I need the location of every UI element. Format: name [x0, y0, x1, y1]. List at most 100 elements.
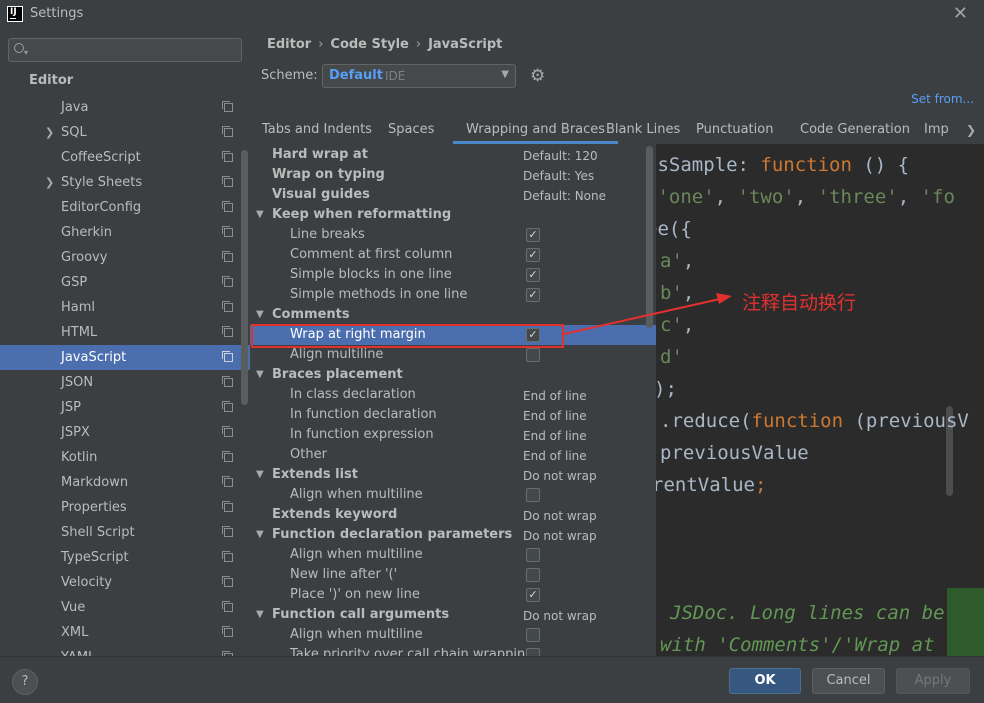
checkbox-unchecked[interactable]	[526, 488, 540, 502]
chevron-down-icon[interactable]: ▼	[256, 365, 264, 385]
tab-spaces[interactable]: Spaces	[388, 117, 434, 144]
option-row[interactable]: In function expression End of line	[250, 425, 656, 445]
tree-section-editor[interactable]: Editor	[29, 73, 73, 88]
sidebar-item-java[interactable]: Java	[0, 95, 250, 120]
option-value[interactable]: End of line	[523, 406, 587, 426]
option-row[interactable]: Other End of line	[250, 445, 656, 465]
option-row[interactable]: ▼ Comments	[250, 305, 656, 325]
help-button[interactable]: ?	[12, 669, 38, 695]
option-row[interactable]: Place ')' on new line ✓	[250, 585, 656, 605]
sidebar-item-jspx[interactable]: JSPX	[0, 420, 250, 445]
option-row[interactable]: Comment at first column ✓	[250, 245, 656, 265]
checkbox-unchecked[interactable]	[526, 568, 540, 582]
checkbox-unchecked[interactable]	[526, 548, 540, 562]
option-row[interactable]: New line after '('	[250, 565, 656, 585]
option-value[interactable]: Do not wrap	[523, 526, 597, 546]
sidebar-item-typescript[interactable]: TypeScript	[0, 545, 250, 570]
option-row[interactable]: Align when multiline	[250, 485, 656, 505]
option-value[interactable]: End of line	[523, 446, 587, 466]
sidebar-item-json[interactable]: JSON	[0, 370, 250, 395]
option-row[interactable]: ▼ Keep when reformatting	[250, 205, 656, 225]
sidebar-item-yaml[interactable]: YAML	[0, 645, 250, 656]
checkbox-checked[interactable]: ✓	[526, 228, 540, 242]
cancel-button[interactable]: Cancel	[812, 668, 885, 694]
option-row[interactable]: Simple methods in one line ✓	[250, 285, 656, 305]
ok-button[interactable]: OK	[729, 668, 801, 694]
set-from-link[interactable]: Set from...	[911, 92, 974, 106]
option-value[interactable]: Do not wrap	[523, 506, 597, 526]
sidebar-item-groovy[interactable]: Groovy	[0, 245, 250, 270]
gear-icon[interactable]: ⚙	[530, 66, 545, 86]
option-row[interactable]: Hard wrap at Default: 120	[250, 145, 656, 165]
sidebar-item-xml[interactable]: XML	[0, 620, 250, 645]
option-row[interactable]: Line breaks ✓	[250, 225, 656, 245]
apply-button[interactable]: Apply	[896, 668, 970, 694]
option-row[interactable]: ▼ Extends list Do not wrap	[250, 465, 656, 485]
sidebar-scrollbar[interactable]	[241, 150, 248, 405]
tab-tabs-and-indents[interactable]: Tabs and Indents	[262, 117, 372, 144]
option-row[interactable]: In class declaration End of line	[250, 385, 656, 405]
chevron-right-icon[interactable]: ❯	[45, 120, 54, 145]
project-scope-icon	[222, 551, 233, 562]
option-value[interactable]: End of line	[523, 386, 587, 406]
sidebar-item-vue[interactable]: Vue	[0, 595, 250, 620]
sidebar-item-coffeescript[interactable]: CoffeeScript	[0, 145, 250, 170]
checkbox-checked[interactable]: ✓	[526, 248, 540, 262]
option-row[interactable]: Align when multiline	[250, 625, 656, 645]
checkbox-checked[interactable]: ✓	[526, 288, 540, 302]
sidebar-item-properties[interactable]: Properties	[0, 495, 250, 520]
option-value[interactable]: Default: 120	[523, 146, 598, 166]
chevron-down-icon[interactable]: ▼	[256, 305, 264, 325]
chevron-down-icon[interactable]: ▼	[256, 205, 264, 225]
option-row[interactable]: In function declaration End of line	[250, 405, 656, 425]
settings-search[interactable]: ▾	[8, 38, 242, 62]
sidebar-item-gherkin[interactable]: Gherkin	[0, 220, 250, 245]
checkbox-checked[interactable]: ✓	[526, 588, 540, 602]
option-row[interactable]: Wrap on typing Default: Yes	[250, 165, 656, 185]
scheme-select[interactable]: Default IDE ▼	[322, 64, 516, 88]
tabs-overflow-chevron-icon[interactable]: ❯	[966, 117, 976, 143]
option-row[interactable]: Simple blocks in one line ✓	[250, 265, 656, 285]
option-row[interactable]: ▼ Function call arguments Do not wrap	[250, 605, 656, 625]
tab-wrapping-and-braces[interactable]: Wrapping and Braces	[453, 117, 619, 144]
chevron-right-icon[interactable]: ❯	[45, 170, 54, 195]
sidebar-item-javascript[interactable]: JavaScript	[0, 345, 250, 370]
option-value[interactable]: Default: Yes	[523, 166, 594, 186]
option-row[interactable]: Visual guides Default: None	[250, 185, 656, 205]
option-row[interactable]: ▼ Braces placement	[250, 365, 656, 385]
checkbox-unchecked[interactable]	[526, 648, 540, 656]
sidebar-item-html[interactable]: HTML	[0, 320, 250, 345]
sidebar-item-markdown[interactable]: Markdown	[0, 470, 250, 495]
checkbox-unchecked[interactable]	[526, 628, 540, 642]
checkbox-unchecked[interactable]	[526, 348, 540, 362]
option-row[interactable]: ▼ Function declaration parameters Do not w…	[250, 525, 656, 545]
sidebar-item-gsp[interactable]: GSP	[0, 270, 250, 295]
checkbox-checked[interactable]: ✓	[526, 268, 540, 282]
options-scrollbar[interactable]	[646, 146, 653, 328]
tab-blank-lines[interactable]: Blank Lines	[606, 117, 680, 144]
sidebar-item-editorconfig[interactable]: EditorConfig	[0, 195, 250, 220]
sidebar-item-shell-script[interactable]: Shell Script	[0, 520, 250, 545]
sidebar-item-jsp[interactable]: JSP	[0, 395, 250, 420]
option-row[interactable]: Extends keyword Do not wrap	[250, 505, 656, 525]
option-value[interactable]: Do not wrap	[523, 606, 597, 626]
sidebar-item-kotlin[interactable]: Kotlin	[0, 445, 250, 470]
close-icon[interactable]: ✕	[953, 3, 968, 24]
option-row[interactable]: Take priority over call chain wrapping	[250, 645, 656, 656]
option-value[interactable]: Default: None	[523, 186, 606, 206]
tab-imports[interactable]: Imp	[924, 117, 949, 144]
sidebar-item-velocity[interactable]: Velocity	[0, 570, 250, 595]
sidebar-item-style-sheets[interactable]: ❯ Style Sheets	[0, 170, 250, 195]
sidebar-item-sql[interactable]: ❯ SQL	[0, 120, 250, 145]
chevron-down-icon[interactable]: ▼	[256, 605, 264, 625]
option-row[interactable]: Align when multiline	[250, 545, 656, 565]
tab-code-generation[interactable]: Code Generation	[800, 117, 910, 144]
chevron-down-icon[interactable]: ▼	[256, 525, 264, 545]
sidebar-item-haml[interactable]: Haml	[0, 295, 250, 320]
tab-punctuation[interactable]: Punctuation	[696, 117, 773, 144]
option-value[interactable]: End of line	[523, 426, 587, 446]
option-value[interactable]: Do not wrap	[523, 466, 597, 486]
search-input[interactable]	[35, 41, 235, 59]
chevron-down-icon[interactable]: ▼	[256, 465, 264, 485]
option-row[interactable]: Align multiline	[250, 345, 656, 365]
